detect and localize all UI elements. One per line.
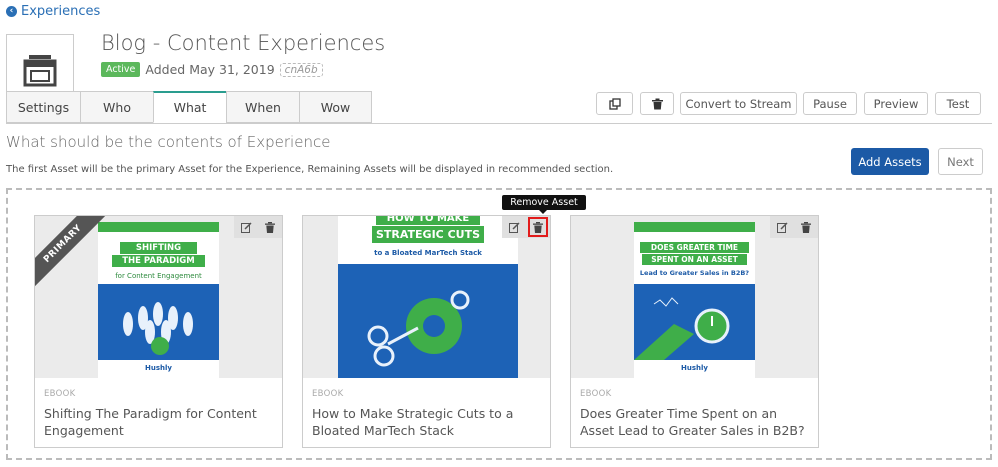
asset-actions (502, 216, 550, 238)
asset-preview: DOES GREATER TIME SPENT ON AN ASSET Lead… (571, 216, 818, 378)
preview-button[interactable]: Preview (864, 92, 928, 115)
cover-line-2: SPENT ON AN ASSET (642, 254, 747, 265)
tab-who[interactable]: Who (80, 91, 153, 123)
cover-line-2: THE PARADIGM (112, 255, 205, 267)
trash-icon[interactable] (798, 219, 814, 235)
back-to-experiences-link[interactable]: ‹ Experiences (6, 4, 100, 19)
cover-brand: Hushly (681, 364, 708, 372)
section-title: What should be the contents of Experienc… (6, 133, 331, 151)
test-button[interactable]: Test (935, 92, 981, 115)
cover-artwork (634, 284, 755, 360)
bowling-pins-illustration (123, 302, 193, 355)
primary-ribbon: PRIMARY (35, 216, 113, 294)
cover-brand: Hushly (145, 364, 172, 372)
asset-cover: DOES GREATER TIME SPENT ON AN ASSET Lead… (634, 222, 755, 378)
pause-button[interactable]: Pause (803, 92, 857, 115)
asset-type: EBOOK (44, 389, 76, 399)
asset-title[interactable]: Shifting The Paradigm for Content Engage… (44, 405, 276, 439)
chevron-left-icon: ‹ (6, 6, 17, 17)
trash-icon (651, 98, 663, 109)
cover-subtitle: Lead to Greater Sales in B2B? (639, 269, 750, 277)
cover-artwork (338, 264, 518, 378)
asset-preview: HOW TO MAKE STRATEGIC CUTS to a Bloated … (303, 216, 550, 378)
copy-icon (608, 97, 621, 110)
asset-card[interactable]: SHIFTING THE PARADIGM for Content Engage… (34, 215, 283, 448)
section-description: The first Asset will be the primary Asse… (6, 164, 614, 175)
cover-line-1: DOES GREATER TIME (640, 242, 749, 253)
tab-when[interactable]: When (226, 91, 299, 123)
added-date: Added May 31, 2019 (145, 62, 275, 77)
asset-actions (770, 216, 818, 238)
tab-what[interactable]: What (153, 91, 226, 123)
cover-line-2: STRATEGIC CUTS (372, 226, 484, 243)
asset-type: EBOOK (580, 389, 612, 399)
cover-subtitle: for Content Engagement (115, 272, 202, 280)
trash-icon[interactable] (528, 217, 548, 237)
asset-title[interactable]: Does Greater Time Spent on an Asset Lead… (580, 405, 812, 439)
experience-code: cnA6b (279, 62, 323, 77)
delete-experience-button[interactable] (640, 92, 674, 115)
duplicate-button[interactable] (596, 92, 633, 115)
cover-line-1: HOW TO MAKE (376, 216, 480, 225)
edit-icon[interactable] (238, 219, 254, 235)
asset-cover: SHIFTING THE PARADIGM for Content Engage… (98, 222, 219, 378)
experience-tabs: Settings Who What When Wow (6, 91, 372, 123)
back-link-label: Experiences (21, 4, 101, 19)
cover-line-1: SHIFTING (120, 242, 197, 254)
stove-icon (23, 55, 57, 87)
asset-type: EBOOK (312, 389, 344, 399)
tooltip-arrow (539, 210, 547, 214)
asset-actions (234, 216, 282, 238)
tab-settings[interactable]: Settings (6, 91, 80, 123)
edit-icon[interactable] (774, 219, 790, 235)
asset-preview: SHIFTING THE PARADIGM for Content Engage… (35, 216, 282, 378)
trash-icon[interactable] (262, 219, 278, 235)
tab-divider (6, 123, 992, 124)
cover-artwork (98, 284, 219, 360)
tab-wow[interactable]: Wow (299, 91, 372, 123)
add-assets-button[interactable]: Add Assets (851, 148, 929, 175)
status-badge: Active (101, 62, 141, 77)
page-title: Blog - Content Experiences (101, 31, 386, 55)
convert-to-stream-button[interactable]: Convert to Stream (680, 92, 797, 115)
asset-card[interactable]: HOW TO MAKE STRATEGIC CUTS to a Bloated … (302, 215, 551, 448)
edit-icon[interactable] (506, 219, 522, 235)
stopwatch-illustration (634, 297, 730, 360)
asset-cover: HOW TO MAKE STRATEGIC CUTS to a Bloated … (338, 216, 518, 378)
cover-subtitle: to a Bloated MarTech Stack (374, 249, 482, 257)
gears-illustration (367, 290, 470, 367)
next-button[interactable]: Next (938, 148, 983, 175)
experience-meta: Active Added May 31, 2019 cnA6b (101, 62, 323, 77)
remove-asset-tooltip: Remove Asset (502, 195, 586, 210)
asset-card[interactable]: DOES GREATER TIME SPENT ON AN ASSET Lead… (570, 215, 819, 448)
asset-title[interactable]: How to Make Strategic Cuts to a Bloated … (312, 405, 544, 439)
